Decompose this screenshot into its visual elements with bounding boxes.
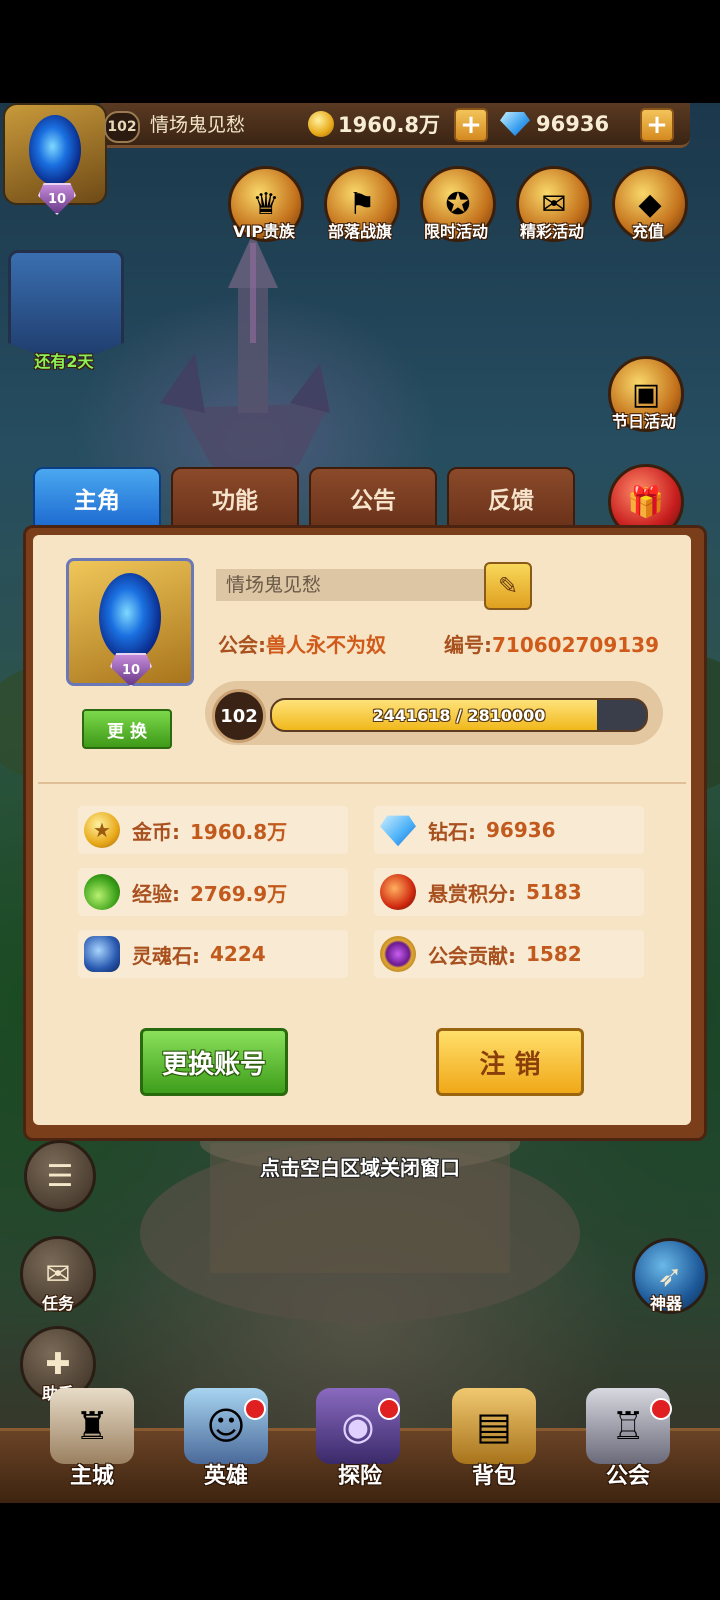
guild-label: 公会: [218,633,266,657]
add-gold-button[interactable]: + [454,108,488,142]
stat-guild-contribution-label: 公会贡献: [428,943,516,968]
stat-bounty: 悬赏积分: 5183 [374,868,644,916]
recharge-label: 充值 [631,222,664,241]
tab-functions[interactable]: 功能 [171,467,299,529]
hero-notification-dot [244,1398,266,1420]
gift-box-icon: 🎁 [627,484,665,520]
add-diamond-button[interactable]: + [640,108,674,142]
soul-stone-icon [84,936,120,972]
gold-counter: 1960.8万 [308,109,440,139]
nav-backpack-label: 背包 [471,1464,516,1489]
rename-button[interactable]: ✎ [484,562,532,610]
nav-backpack-button[interactable]: ▤ [452,1388,536,1464]
gold-coin-icon: ★ [84,812,120,848]
stat-gold: ★ 金币: 1960.8万 [78,806,348,854]
close-hint: 点击空白区域关闭窗口 [260,1156,460,1180]
chat-icon: ☰ [46,1158,74,1194]
tab-announcements[interactable]: 公告 [309,467,437,529]
task-label: 任务 [41,1294,74,1313]
player-level-badge: 102 [104,111,140,143]
tab-hero[interactable]: 主角 [33,467,161,529]
guild-notification-dot [650,1398,672,1420]
switch-account-button[interactable]: 更换账号 [140,1028,288,1096]
guild-tower-icon: ♖ [610,1404,646,1448]
stat-soul-stone-value: 4224 [210,942,266,966]
diamond-icon [380,815,416,847]
xp-progress-bar: 2441618 / 2810000 [270,698,648,732]
guild-crest-icon [380,936,416,972]
guild-info: 公会:兽人永不为奴 [218,629,386,658]
tab-feedback[interactable]: 反馈 [447,467,575,529]
diamond-icon: ◆ [638,186,662,222]
portal-icon: ◉ [341,1404,375,1448]
stat-diamond: 钻石: 96936 [374,806,644,854]
stat-experience: 经验: 2769.9万 [78,868,348,916]
portal-icon [99,573,161,661]
stat-experience-label: 经验: [132,881,180,906]
scroll-icon: ✉ [541,186,567,222]
hero-icon: ☺ [206,1404,246,1448]
player-name: 情场鬼见愁 [150,114,246,136]
change-avatar-button[interactable]: 更 换 [82,709,172,749]
player-id-label: 编号: [444,633,492,657]
event-countdown-label: 还有2天 [34,352,94,371]
gold-coin-icon [308,111,334,137]
backpack-icon: ▤ [476,1404,512,1448]
task-scroll-icon: ✉ [45,1256,71,1292]
stat-soul-stone-label: 灵魂石: [132,943,200,968]
stat-bounty-label: 悬赏积分: [428,881,516,906]
xp-progress-text: 2441618 / 2810000 [372,705,546,725]
explore-notification-dot [378,1398,400,1420]
crown-icon: ♛ [252,186,280,222]
portal-icon [29,115,81,185]
gold-amount: 1960.8万 [338,113,441,137]
logout-button[interactable]: 注 销 [436,1028,584,1096]
quill-icon: ✎ [497,572,519,600]
compass-icon: ✪ [445,186,471,222]
featured-event-label: 精彩活动 [519,222,584,241]
stat-bounty-value: 5183 [526,880,582,904]
gift-icon: ✚ [45,1346,71,1382]
chat-button[interactable]: ☰ [24,1140,96,1212]
artifact-wing-icon: ➶ [657,1258,683,1294]
profile-avatar: 10 [66,558,194,687]
stat-soul-stone: 灵魂石: 4224 [78,930,348,978]
profile-avatar-level: 10 [110,653,152,687]
nav-hero-label: 英雄 [203,1464,248,1489]
stat-guild-contribution-value: 1582 [526,942,582,966]
divider [38,782,686,784]
stat-diamond-label: 钻石: [428,819,476,844]
lion-banner-icon: ⚑ [348,186,376,222]
diamond-counter: 96936 [500,109,609,139]
diamond-amount: 96936 [536,112,610,136]
potion-icon [84,874,120,910]
tribe-banner-label: 部落战旗 [327,222,392,241]
nav-main-city-label: 主城 [69,1464,114,1489]
vip-label: VIP贵族 [232,222,296,241]
nav-explore-label: 探险 [337,1464,382,1489]
nav-guild-label: 公会 [605,1464,650,1489]
stat-gold-value: 1960.8万 [190,819,288,844]
diamond-icon [500,112,530,136]
stat-diamond-value: 96936 [486,818,556,842]
treasure-chest-icon: ▣ [631,376,661,412]
profile-level-badge: 102 [212,689,266,743]
nav-main-city-button[interactable]: ♜ [50,1388,134,1464]
player-name-field: 情场鬼见愁 [216,569,484,601]
stat-experience-value: 2769.9万 [190,881,288,906]
stat-guild-contribution: 公会贡献: 1582 [374,930,644,978]
player-id-info: 编号:710602709139 [444,629,659,658]
bounty-badge-icon [380,874,416,910]
castle-icon: ♜ [74,1404,110,1448]
player-id-value: 710602709139 [492,633,659,657]
player-avatar-button[interactable]: 10 [3,103,107,215]
stat-gold-label: 金币: [132,819,180,844]
guild-name: 兽人永不为奴 [266,633,386,657]
artifact-label: 神器 [649,1294,682,1313]
limited-event-label: 限时活动 [423,222,488,241]
festival-event-label: 节日活动 [611,412,676,431]
